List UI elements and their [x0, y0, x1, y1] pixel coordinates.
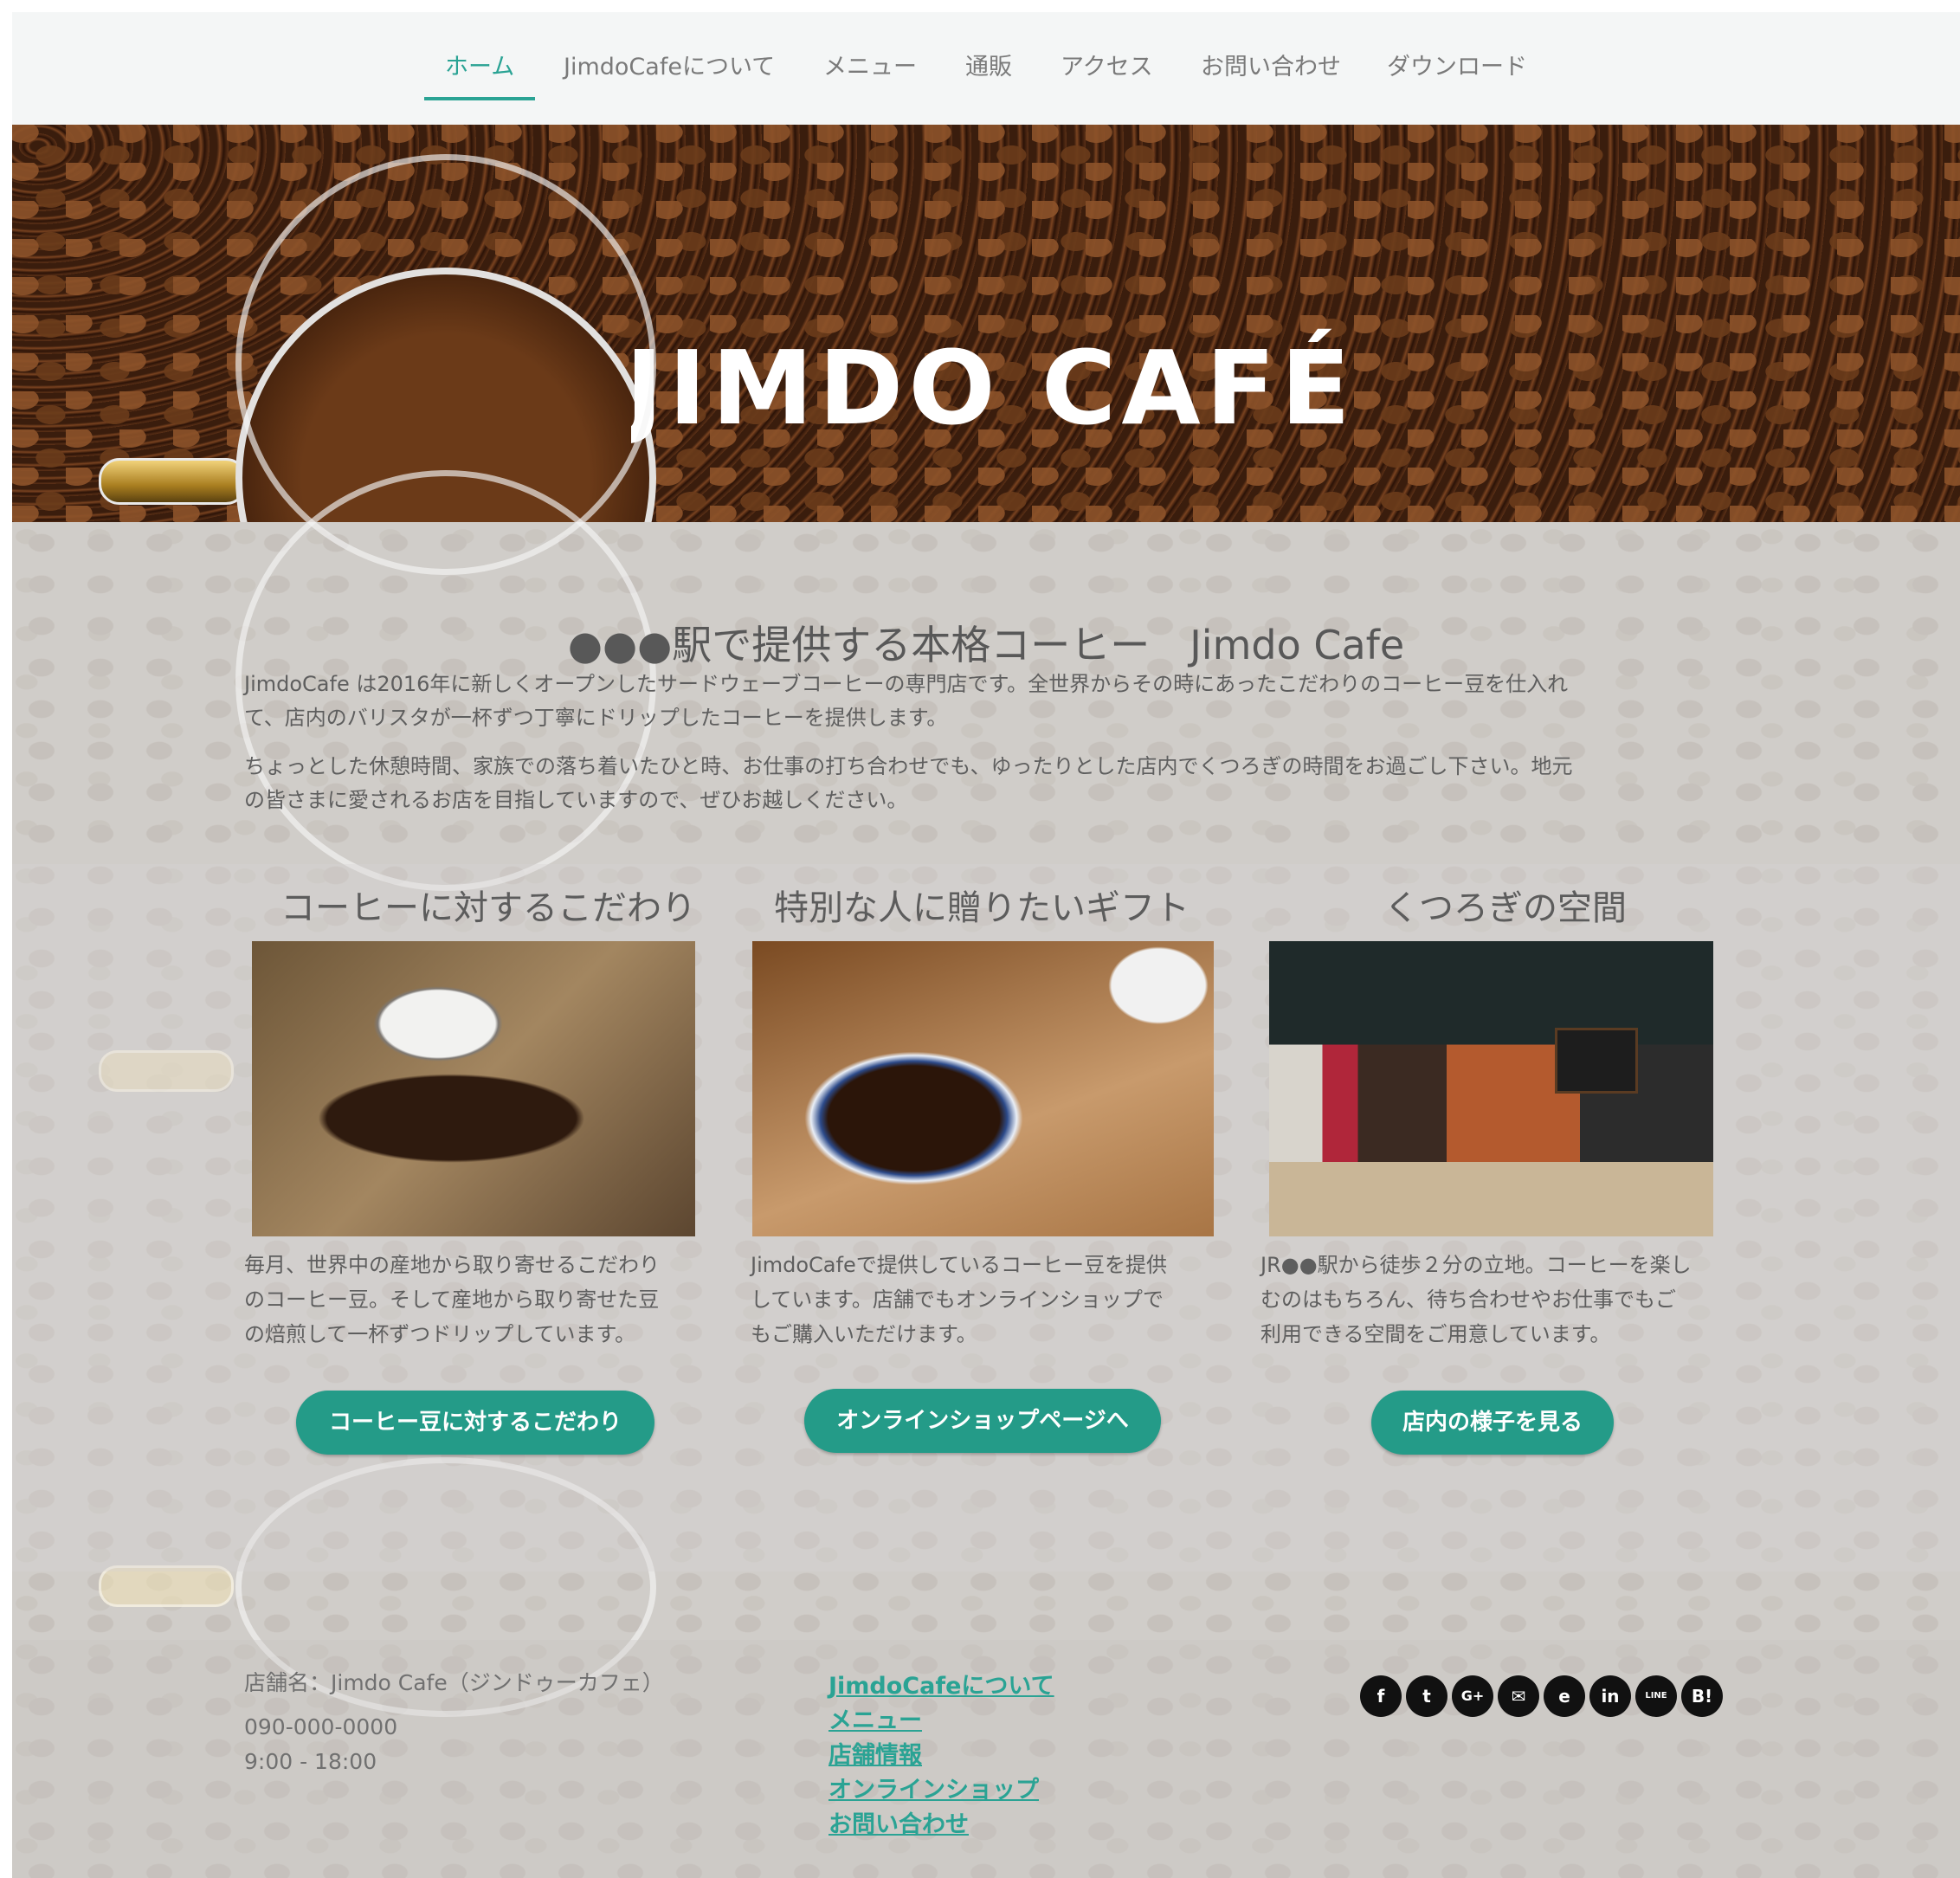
text-line: の皆さまに愛されるお店を目指していますので、ぜひお越しください。	[244, 788, 908, 812]
menu-board	[1555, 1028, 1638, 1094]
coffee-beans-photo	[752, 941, 1214, 1236]
text-line: 毎月、世界中の産地から取り寄せるこだわり	[244, 1253, 660, 1277]
footer-link-online-shop[interactable]: オンラインショップ	[828, 1771, 1039, 1804]
page-frame: ホーム JimdoCafeについて メニュー 通販 アクセス お問い合わせ ダウ…	[12, 12, 1960, 1878]
logo-text: JIMDO CAFÉ	[631, 328, 1350, 448]
column-text-gift: JimdoCafeで提供しているコーヒー豆を提供 しています。店舗でもオンライン…	[751, 1248, 1218, 1352]
text-line: しています。店舗でもオンラインショップで	[751, 1287, 1164, 1312]
text-line: JimdoCafeで提供しているコーヒー豆を提供	[751, 1253, 1168, 1277]
footer-link-contact[interactable]: お問い合わせ	[828, 1805, 969, 1839]
twitter-icon[interactable]: t	[1406, 1675, 1447, 1717]
online-shop-button[interactable]: オンラインショップページへ	[804, 1389, 1161, 1453]
google-plus-icon[interactable]: G+	[1452, 1675, 1493, 1717]
line-icon[interactable]: LINE	[1635, 1675, 1677, 1717]
nav-item-download[interactable]: ダウンロード	[1387, 50, 1527, 85]
footer-phone: 090-000-0000	[244, 1714, 398, 1739]
evernote-icon[interactable]: e	[1544, 1675, 1585, 1717]
nav-item-contact[interactable]: お問い合わせ	[1201, 50, 1341, 85]
nav-item-about[interactable]: JimdoCafeについて	[564, 50, 775, 85]
footer-link-menu[interactable]: メニュー	[828, 1701, 922, 1735]
nav-active-indicator	[424, 97, 535, 100]
main-content: ●●●駅で提供する本格コーヒー Jimdo Cafe JimdoCafe は20…	[12, 154, 1960, 1878]
linkedin-icon[interactable]: in	[1589, 1675, 1631, 1717]
nav-item-access[interactable]: アクセス	[1061, 50, 1153, 85]
coffee-commitment-button[interactable]: コーヒー豆に対するこだわり	[296, 1391, 654, 1455]
text-line: ちょっとした休憩時間、家族での落ち着いたひと時、お仕事の打ち合わせでも、ゆったり…	[244, 754, 1573, 778]
column-title-commitment: コーヒーに対するこだわり	[280, 888, 696, 928]
cup-handle	[99, 458, 247, 505]
facebook-icon[interactable]: f	[1360, 1675, 1402, 1717]
text-line: もご購入いただけます。	[751, 1322, 977, 1346]
text-line: の焙煎して一杯ずつドリップしています。	[244, 1322, 636, 1346]
text-line: のコーヒー豆。そして産地から取り寄せた豆	[244, 1287, 660, 1312]
cafe-interior-photo	[1269, 941, 1713, 1236]
background-cup-handle	[99, 1565, 234, 1607]
column-title-gift: 特別な人に贈りたいギフト	[774, 888, 1190, 928]
text-line: むのはもちろん、待ち合わせやお仕事でもご	[1260, 1287, 1676, 1312]
text-line: JR●●駅から徒歩２分の立地。コーヒーを楽し	[1260, 1253, 1692, 1277]
column-title-space: くつろぎの空間	[1384, 888, 1627, 928]
footer-shop-name: 店舗名：Jimdo Cafe（ジンドゥーカフェ）	[244, 1670, 664, 1695]
counter	[1269, 1162, 1713, 1236]
site-logo[interactable]: JIMDO CAFÉ	[631, 328, 1350, 458]
text-line: 利用できる空間をご用意しています。	[1260, 1322, 1611, 1346]
nav-item-menu[interactable]: メニュー	[823, 50, 917, 85]
intro-paragraph-1: JimdoCafe は2016年に新しくオープンしたサードウェーブコーヒーの専門…	[244, 668, 1733, 735]
footer-link-about[interactable]: JimdoCafeについて	[828, 1667, 1054, 1701]
text-line: JimdoCafe は2016年に新しくオープンしたサードウェーブコーヒーの専門…	[244, 672, 1569, 696]
intro-title: ●●●駅で提供する本格コーヒー Jimdo Cafe	[567, 622, 1405, 668]
hatena-bookmark-icon[interactable]: B!	[1681, 1675, 1723, 1717]
column-text-commitment: 毎月、世界中の産地から取り寄せるこだわり のコーヒー豆。そして産地から取り寄せた…	[244, 1248, 712, 1352]
mail-icon[interactable]: ✉	[1498, 1675, 1539, 1717]
view-store-button[interactable]: 店内の様子を見る	[1371, 1391, 1614, 1455]
nav-item-home[interactable]: ホーム	[445, 50, 514, 85]
nav-item-shop[interactable]: 通販	[965, 50, 1012, 85]
footer-hours: 9:00 - 18:00	[244, 1749, 377, 1774]
coffee-cup-photo	[252, 941, 695, 1236]
footer-link-store-info[interactable]: 店舗情報	[828, 1736, 922, 1770]
top-nav: ホーム JimdoCafeについて メニュー 通販 アクセス お問い合わせ ダウ…	[12, 12, 1960, 125]
intro-paragraph-2: ちょっとした休憩時間、家族での落ち着いたひと時、お仕事の打ち合わせでも、ゆったり…	[244, 750, 1733, 817]
column-text-space: JR●●駅から徒歩２分の立地。コーヒーを楽し むのはもちろん、待ち合わせやお仕事…	[1260, 1248, 1728, 1352]
text-line: て、店内のバリスタが一杯ずつ丁寧にドリップしたコーヒーを提供します。	[244, 706, 948, 730]
